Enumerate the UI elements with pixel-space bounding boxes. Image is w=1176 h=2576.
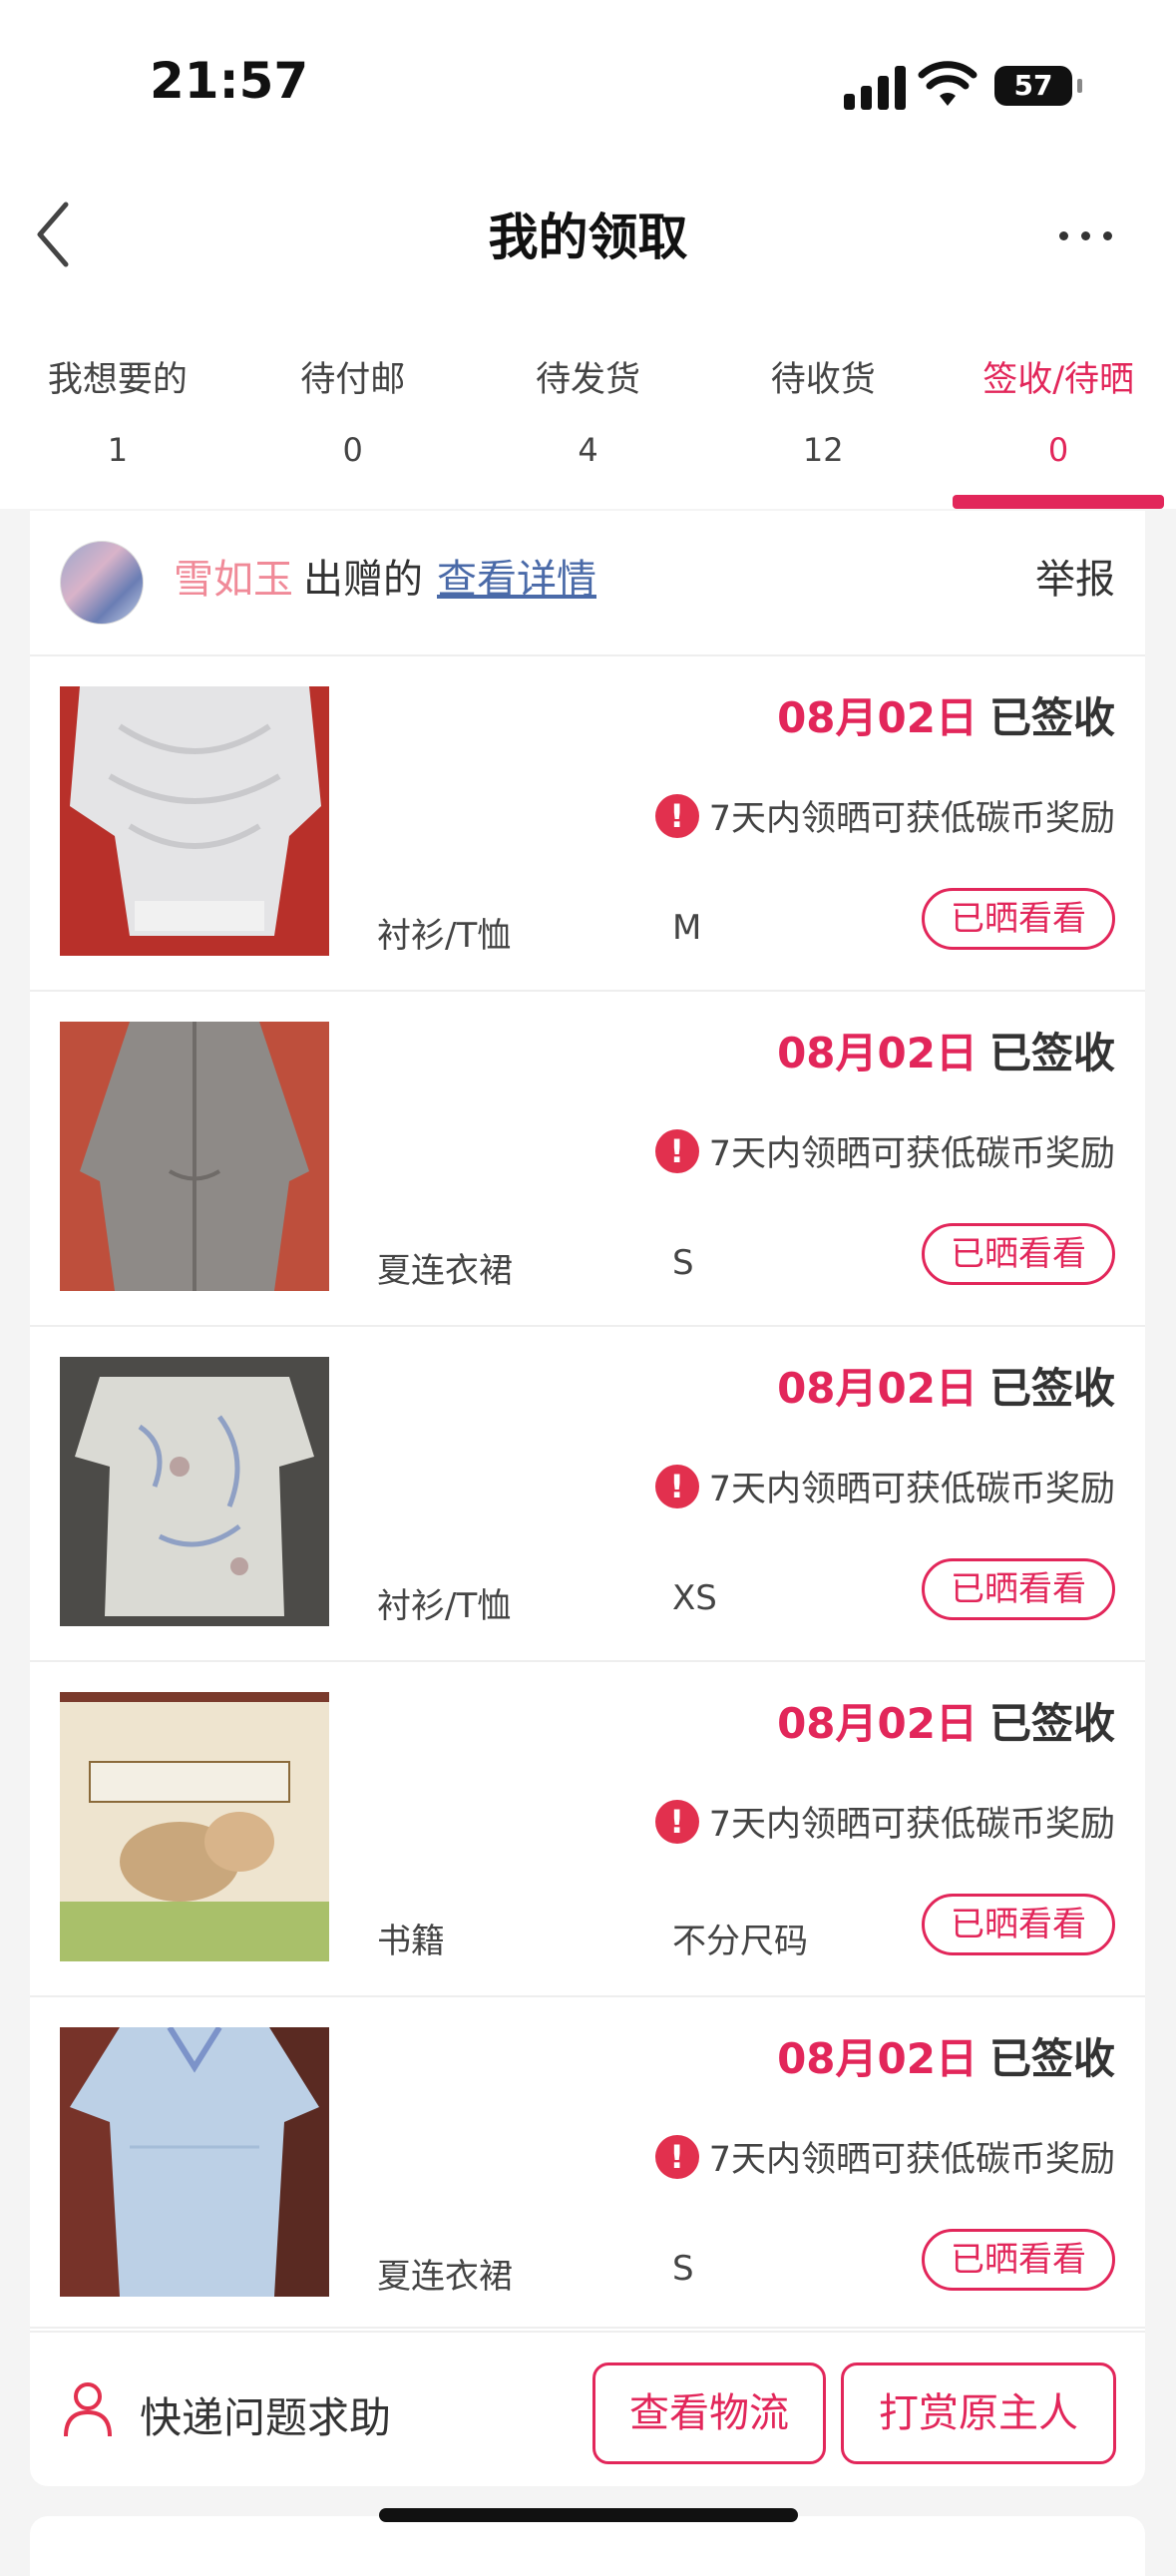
order-card: 雪如玉 出赠的 查看详情 举报 08月02日 已签收 ! 7天内领晒可获低碳币奖励 衬衫…	[30, 511, 1145, 2486]
view-share-button[interactable]: 已晒看看	[922, 1894, 1115, 1955]
item-category: 书籍	[377, 1922, 445, 1961]
battery-icon: 57	[994, 66, 1082, 106]
item-category: 衬衫/T恤	[377, 916, 512, 956]
product-thumbnail[interactable]	[60, 2027, 329, 2297]
signed-date: 08月02日 已签收	[777, 693, 1115, 742]
avatar[interactable]	[60, 541, 144, 625]
item-category: 夏连衣裙	[377, 2257, 513, 2297]
signed-date: 08月02日 已签收	[777, 2034, 1115, 2083]
signed-date: 08月02日 已签收	[777, 1699, 1115, 1748]
view-logistics-button[interactable]: 查看物流	[592, 2362, 826, 2464]
wifi-icon	[918, 61, 978, 106]
tab-label: 签收/待晒	[982, 360, 1134, 400]
item-size: XS	[672, 1578, 717, 1618]
tab-want[interactable]: 我想要的 1	[0, 309, 235, 509]
tab-label: 我想要的	[47, 360, 188, 400]
item-size: S	[672, 1243, 694, 1283]
item-size: M	[672, 908, 702, 948]
more-icon[interactable]	[1057, 219, 1117, 249]
reward-hint: ! 7天内领晒可获低碳币奖励	[654, 1796, 1115, 1847]
tab-pending-shipment[interactable]: 待发货 4	[471, 309, 706, 509]
giver-name[interactable]: 雪如玉	[174, 557, 293, 603]
product-thumbnail[interactable]	[60, 1692, 329, 1961]
next-card-edge	[30, 2516, 1145, 2576]
tab-label: 待收货	[770, 360, 876, 400]
status-tabs: 我想要的 1 待付邮 0 待发货 4 待收货 12 签收/待晒 0	[0, 309, 1176, 509]
page-title: 我的领取	[488, 209, 688, 266]
reward-hint: ! 7天内领晒可获低碳币奖励	[654, 1125, 1115, 1176]
report-button[interactable]: 举报	[1035, 547, 1115, 605]
view-share-button[interactable]: 已晒看看	[922, 888, 1115, 950]
home-indicator[interactable]	[379, 2508, 798, 2522]
tab-count: 0	[342, 431, 363, 469]
status-bar: 21:57 57	[0, 0, 1176, 160]
giver-row: 雪如玉 出赠的 查看详情 举报	[30, 511, 1145, 656]
tab-count: 4	[578, 431, 598, 469]
person-icon[interactable]	[60, 2378, 116, 2438]
item-size: 不分尺码	[672, 1922, 808, 1961]
list-item[interactable]: 08月02日 已签收 ! 7天内领晒可获低碳币奖励 夏连衣裙 S 已晒看看	[30, 992, 1145, 1327]
active-tab-indicator	[953, 495, 1164, 509]
list-item[interactable]: 08月02日 已签收 ! 7天内领晒可获低碳币奖励 衬衫/T恤 XS 已晒看看	[30, 1327, 1145, 1662]
giver-verb: 出赠的	[303, 557, 423, 603]
tab-label: 待发货	[535, 360, 640, 400]
view-share-button[interactable]: 已晒看看	[922, 1558, 1115, 1620]
view-details-link[interactable]: 查看详情	[437, 557, 596, 603]
signed-date: 08月02日 已签收	[777, 1029, 1115, 1077]
warning-icon: !	[654, 1464, 699, 1508]
item-list: 08月02日 已签收 ! 7天内领晒可获低碳币奖励 衬衫/T恤 M 已晒看看 08月…	[30, 656, 1145, 2333]
item-category: 衬衫/T恤	[377, 1586, 512, 1626]
tab-count: 1	[107, 431, 129, 469]
reward-hint: ! 7天内领晒可获低碳币奖励	[654, 790, 1115, 841]
view-share-button[interactable]: 已晒看看	[922, 2229, 1115, 2291]
product-thumbnail[interactable]	[60, 1357, 329, 1626]
product-thumbnail[interactable]	[60, 1022, 329, 1291]
list-item[interactable]: 08月02日 已签收 ! 7天内领晒可获低碳币奖励 夏连衣裙 S 已晒看看	[30, 1997, 1145, 2333]
reward-hint: ! 7天内领晒可获低碳币奖励	[654, 2131, 1115, 2182]
view-share-button[interactable]: 已晒看看	[922, 1223, 1115, 1285]
warning-icon: !	[654, 1128, 699, 1173]
warning-icon: !	[654, 1799, 699, 1844]
tab-pending-postage[interactable]: 待付邮 0	[235, 309, 471, 509]
nav-bar: 我的领取	[0, 160, 1176, 309]
signed-date: 08月02日 已签收	[777, 1364, 1115, 1413]
item-category: 夏连衣裙	[377, 1251, 513, 1291]
tab-count: 12	[802, 431, 844, 469]
reward-hint: ! 7天内领晒可获低碳币奖励	[654, 1461, 1115, 1511]
tab-signed-share[interactable]: 签收/待晒 0	[941, 309, 1176, 509]
list-item[interactable]: 08月02日 已签收 ! 7天内领晒可获低碳币奖励 书籍 不分尺码 已晒看看	[30, 1662, 1145, 1997]
giver-line: 雪如玉 出赠的 查看详情	[174, 547, 596, 605]
warning-icon: !	[654, 793, 699, 838]
status-time: 21:57	[150, 52, 309, 110]
tab-pending-receipt[interactable]: 待收货 12	[705, 309, 941, 509]
warning-icon: !	[654, 2134, 699, 2179]
list-item[interactable]: 08月02日 已签收 ! 7天内领晒可获低碳币奖励 衬衫/T恤 M 已晒看看	[30, 656, 1145, 992]
cellular-signal-icon	[844, 64, 906, 110]
card-footer: 快递问题求助 查看物流 打赏原主人	[30, 2327, 1145, 2488]
delivery-help-link[interactable]: 快递问题求助	[140, 2384, 391, 2445]
product-thumbnail[interactable]	[60, 686, 329, 956]
item-size: S	[672, 2249, 694, 2289]
tab-count: 0	[1047, 431, 1069, 469]
tip-owner-button[interactable]: 打赏原主人	[841, 2362, 1116, 2464]
tab-label: 待付邮	[300, 360, 406, 400]
